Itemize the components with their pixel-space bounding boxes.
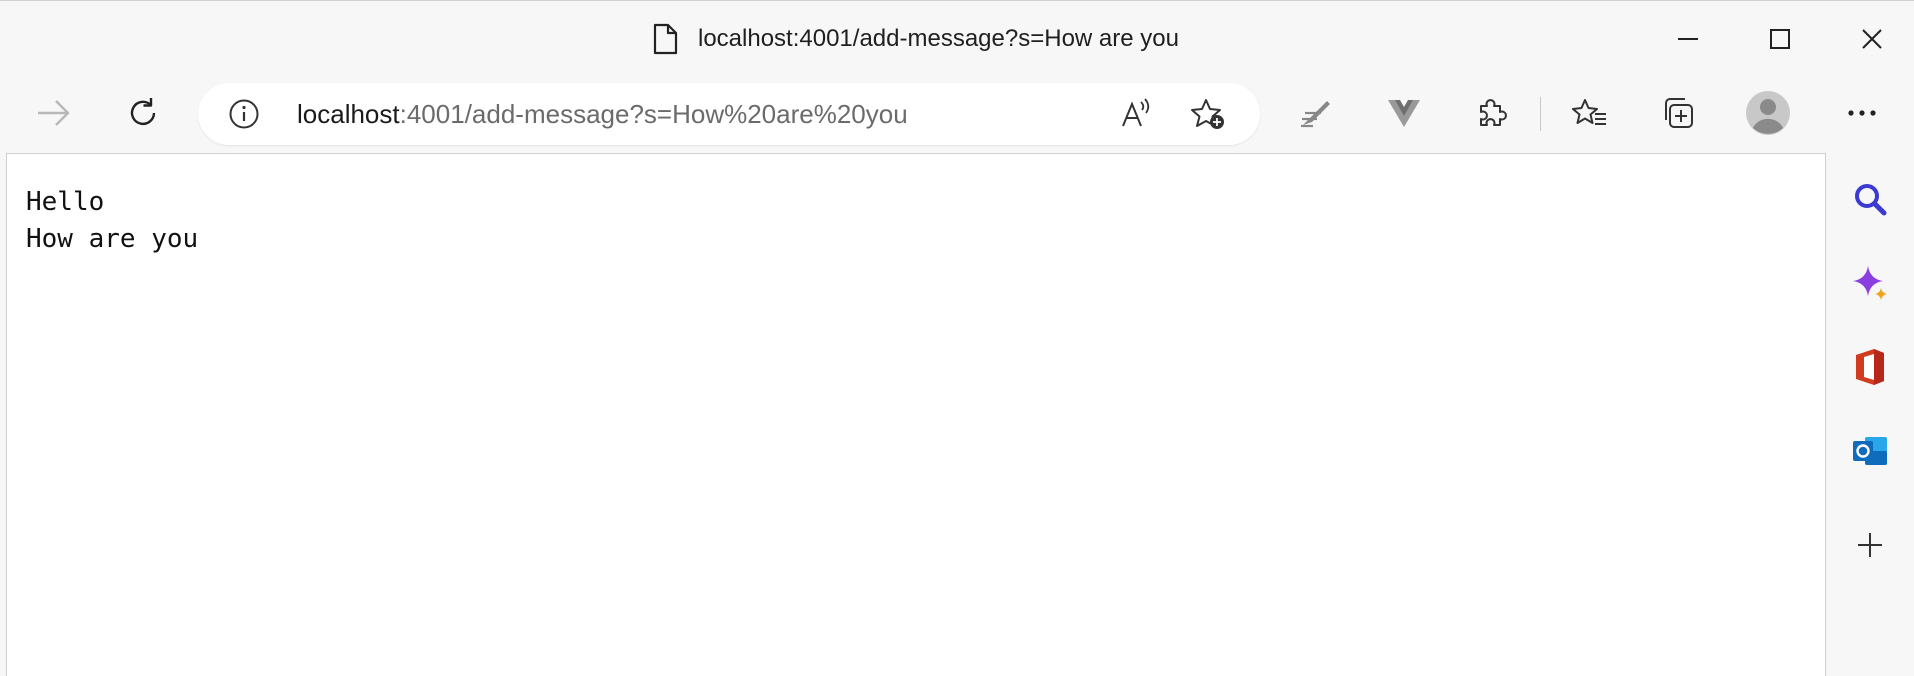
address-url[interactable]: localhost:4001/add-message?s=How%20are%2…	[297, 98, 908, 130]
plus-icon	[1858, 533, 1882, 557]
file-icon	[650, 21, 680, 57]
sidebar-office-button[interactable]	[1844, 341, 1896, 393]
page-text: Hello How are you	[26, 184, 198, 258]
text-line: How are you	[26, 224, 199, 254]
maximize-button[interactable]	[1750, 15, 1810, 63]
collections-icon	[1665, 98, 1693, 128]
text-line: Hello	[26, 187, 105, 217]
avatar-icon	[1746, 91, 1790, 135]
page-content: Hello How are you	[6, 153, 1826, 676]
refresh-icon	[130, 98, 156, 126]
forward-button[interactable]	[26, 85, 82, 141]
ellipsis-icon	[1848, 110, 1876, 116]
sidebar-add-button[interactable]	[1844, 519, 1896, 571]
copilot-icon	[1853, 266, 1887, 300]
puzzle-icon	[1480, 99, 1507, 126]
close-button[interactable]	[1842, 15, 1902, 63]
title-bar: localhost:4001/add-message?s=How are you	[0, 1, 1914, 75]
more-button[interactable]	[1834, 85, 1890, 141]
toolbar-separator	[1540, 97, 1541, 131]
window-title: localhost:4001/add-message?s=How are you	[650, 19, 1179, 59]
refresh-button[interactable]	[115, 85, 171, 141]
outlook-icon	[1853, 437, 1887, 465]
collections-button[interactable]	[1650, 85, 1706, 141]
maximize-icon	[1770, 29, 1790, 49]
info-icon[interactable]	[228, 98, 260, 130]
favorites-list-icon	[1572, 99, 1606, 125]
read-aloud-icon[interactable]	[1118, 96, 1154, 132]
pen-extension-icon	[1301, 101, 1330, 128]
sidebar-copilot-button[interactable]	[1844, 257, 1896, 309]
address-bar[interactable]: localhost:4001/add-message?s=How%20are%2…	[198, 83, 1260, 145]
star-add-icon[interactable]	[1190, 96, 1226, 132]
profile-button[interactable]	[1740, 85, 1796, 141]
pen-extension-button[interactable]	[1288, 85, 1344, 141]
vue-devtools-icon	[1388, 100, 1420, 127]
search-icon	[1855, 184, 1887, 216]
office-icon	[1856, 349, 1884, 385]
edge-sidebar	[1826, 153, 1914, 676]
minimize-icon	[1678, 38, 1698, 40]
vue-devtools-button[interactable]	[1376, 85, 1432, 141]
favorites-button[interactable]	[1562, 85, 1618, 141]
minimize-button[interactable]	[1658, 15, 1718, 63]
sidebar-outlook-button[interactable]	[1844, 425, 1896, 477]
browser-toolbar: localhost:4001/add-message?s=How%20are%2…	[0, 75, 1914, 155]
sidebar-search-button[interactable]	[1844, 173, 1896, 225]
extensions-button[interactable]	[1464, 85, 1520, 141]
close-icon	[1862, 29, 1882, 49]
address-path: :4001/add-message?s=How%20are%20you	[399, 99, 908, 129]
window-title-text: localhost:4001/add-message?s=How are you	[698, 25, 1179, 52]
browser-window: localhost:4001/add-message?s=How are you…	[0, 0, 1914, 676]
arrow-right-icon	[38, 100, 70, 126]
address-host: localhost	[297, 99, 400, 129]
